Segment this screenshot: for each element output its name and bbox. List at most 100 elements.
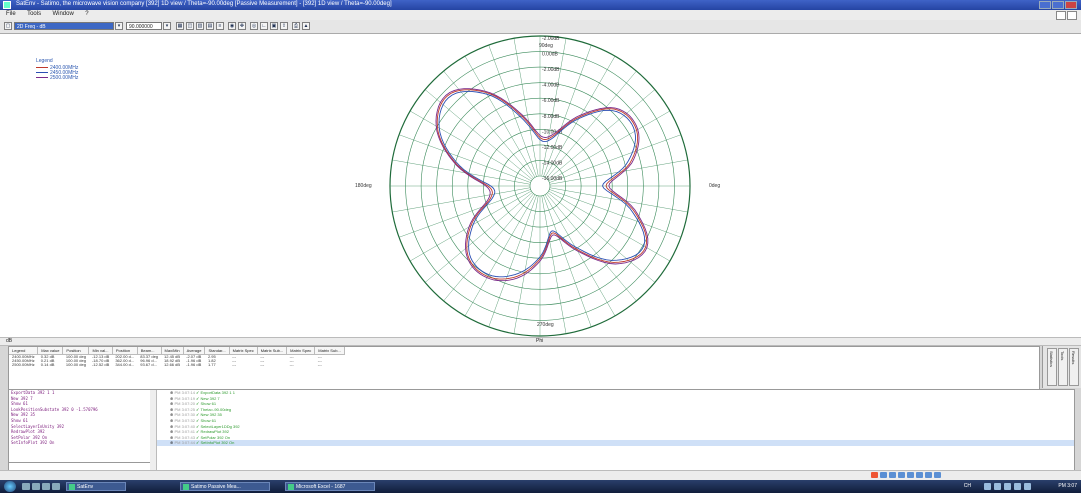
plot-area[interactable]: -2.00dB 0.00dB -2.00dB -4.00dB -6.00dB -8.00d… <box>0 34 1081 337</box>
cartesian-icon[interactable]: ∟ <box>260 22 268 30</box>
legend-label-2500: 2500.00MHz <box>50 74 79 81</box>
taskbar: SatEnv Satimo Passive Mea... Microsoft E… <box>0 480 1081 493</box>
tray-icon[interactable] <box>934 472 941 478</box>
menu-tools[interactable]: Tools <box>27 11 41 17</box>
clock: PM 3:07 <box>1058 483 1077 489</box>
update-icon[interactable] <box>1024 483 1031 490</box>
statistics-table: Legend Max value Position Min val... Positio… <box>8 346 1040 390</box>
history-time: PM 3:07:25 <box>174 406 195 412</box>
grid-spoke <box>549 187 688 213</box>
pan-icon[interactable]: ✥ <box>238 22 246 30</box>
task-passive-measurement[interactable]: Satimo Passive Mea... <box>180 482 270 491</box>
tray-icon[interactable] <box>907 472 914 478</box>
unit-label: dB <box>6 338 13 344</box>
task-excel[interactable]: Microsoft Excel - 1687 <box>285 482 375 491</box>
table-cell: 0.14 dB <box>40 362 55 367</box>
history-command: SetPolar 392 On <box>200 434 231 440</box>
value-select-dropdown-icon[interactable]: ▾ <box>163 22 171 30</box>
menu-window[interactable]: Window <box>52 11 73 17</box>
polar-plot[interactable]: -2.00dB 0.00dB -2.00dB -4.00dB -6.00dB -8.00d… <box>0 34 1081 337</box>
tab-statistics[interactable]: Statistics <box>1047 348 1057 386</box>
ring-label: -16.00dB <box>542 176 563 182</box>
image-icon[interactable]: ▲ <box>302 22 310 30</box>
layers-icon[interactable]: ▣ <box>270 22 278 30</box>
app-tray <box>869 472 941 480</box>
tab-tools[interactable]: Tools <box>1058 348 1068 386</box>
console-line: SetInfoPlot 392 On <box>11 440 55 446</box>
maximize-button[interactable] <box>1052 1 1064 9</box>
view-select-dropdown-icon[interactable]: ▾ <box>115 22 123 30</box>
history-item[interactable]: ⊕ PM 3:07:44 ✓ SetInfoPlot 392 On <box>156 440 1074 446</box>
legend-swatch-2400 <box>36 67 48 68</box>
table-icon[interactable]: ▤ <box>206 22 214 30</box>
legend-item: 2500.00MHz <box>36 74 79 81</box>
minimize-button[interactable] <box>1039 1 1051 9</box>
command-console[interactable]: ExportData 392 1 1 New 392 7 Show 61 LookPo… <box>8 389 152 463</box>
legend-title: Legend <box>36 58 53 64</box>
chart-icon[interactable]: ▥ <box>196 22 204 30</box>
quicklaunch-icon[interactable] <box>52 483 60 490</box>
history-command: Show 61 <box>200 401 217 407</box>
history-time: PM 3:07:19 <box>174 395 195 401</box>
network-icon[interactable] <box>984 483 991 490</box>
toolbar-open-icon[interactable]: ▢ <box>4 22 12 30</box>
history-scrollbar[interactable] <box>150 390 157 470</box>
window-title: SatEnv - Satimo, the microwave vision co… <box>16 1 392 7</box>
title-bar: SatEnv - Satimo, the microwave vision co… <box>0 0 1081 10</box>
sogou-icon[interactable] <box>871 472 878 478</box>
tray-icon[interactable] <box>916 472 923 478</box>
table-row[interactable]: 2500.00MHz 0.14 dB 100.00 deg -12.52 dB 344.… <box>9 363 344 367</box>
export-icon[interactable]: ⇪ <box>280 22 288 30</box>
value-select[interactable]: 90.000000 <box>126 22 162 30</box>
power-icon[interactable] <box>1004 483 1011 490</box>
view-select[interactable]: 2D Freq - dB <box>14 22 114 30</box>
print-icon[interactable]: ⎙ <box>292 22 300 30</box>
splitter-bar[interactable]: dB Phi <box>0 337 1081 346</box>
mdi-restore-button[interactable] <box>1056 11 1066 20</box>
angle-label-0: 0deg <box>709 183 721 189</box>
table-cell: 100.00 deg <box>65 362 86 367</box>
grid-spoke <box>541 38 567 177</box>
table-cell: 1.77 <box>207 362 216 367</box>
grid-spoke <box>488 195 537 328</box>
command-history[interactable]: ⊕ PM 3:07:14 ✓ ExportData 392 1 1 ⊕ PM 3:… <box>150 389 1075 471</box>
task-satenv[interactable]: SatEnv <box>66 482 126 491</box>
history-command: SetInfoPlot 392 On <box>200 440 235 446</box>
security-icon[interactable] <box>1014 483 1021 490</box>
menu-help[interactable]: ? <box>85 11 88 17</box>
split-icon[interactable]: ◫ <box>186 22 194 30</box>
grid-icon[interactable]: ▦ <box>176 22 184 30</box>
status-bar <box>0 470 1081 480</box>
language-indicator[interactable]: CH <box>964 483 971 489</box>
start-button[interactable] <box>4 481 16 492</box>
quicklaunch-icon[interactable] <box>42 483 50 490</box>
grid-spoke <box>398 134 531 183</box>
grid-spoke <box>513 38 539 177</box>
volume-icon[interactable] <box>994 483 1001 490</box>
grid-spoke <box>488 44 537 177</box>
quicklaunch-icon[interactable] <box>32 483 40 490</box>
tray-icon[interactable] <box>880 472 887 478</box>
phi-label: Phi <box>536 338 544 344</box>
table-cell: 2500.00MHz <box>12 362 35 367</box>
grid-spoke <box>541 195 567 334</box>
zoom-icon[interactable]: ◉ <box>228 22 236 30</box>
list-icon[interactable]: ≡ <box>216 22 224 30</box>
menu-file[interactable]: File <box>6 11 16 17</box>
grid-spoke <box>543 195 592 328</box>
ring-label: 0.00dB <box>542 52 559 58</box>
ring-label: -12.00dB <box>542 145 563 151</box>
table-cell: -1.96 dB <box>186 362 202 367</box>
close-button[interactable] <box>1065 1 1077 9</box>
tray-icon[interactable] <box>889 472 896 478</box>
tab-results[interactable]: Results <box>1069 348 1079 386</box>
tray-icon[interactable] <box>925 472 932 478</box>
polar-icon[interactable]: ◎ <box>250 22 258 30</box>
quicklaunch-icon[interactable] <box>22 483 30 490</box>
tray-icon[interactable] <box>898 472 905 478</box>
task-excel-label: Microsoft Excel - 1687 <box>296 484 346 490</box>
mdi-close-button[interactable] <box>1067 11 1077 20</box>
legend: Legend 2400.00MHz 2450.00MHz 2500.00MHz <box>36 58 79 81</box>
history-time: PM 3:07:32 <box>174 417 195 423</box>
history-time: PM 3:07:30 <box>174 412 195 418</box>
